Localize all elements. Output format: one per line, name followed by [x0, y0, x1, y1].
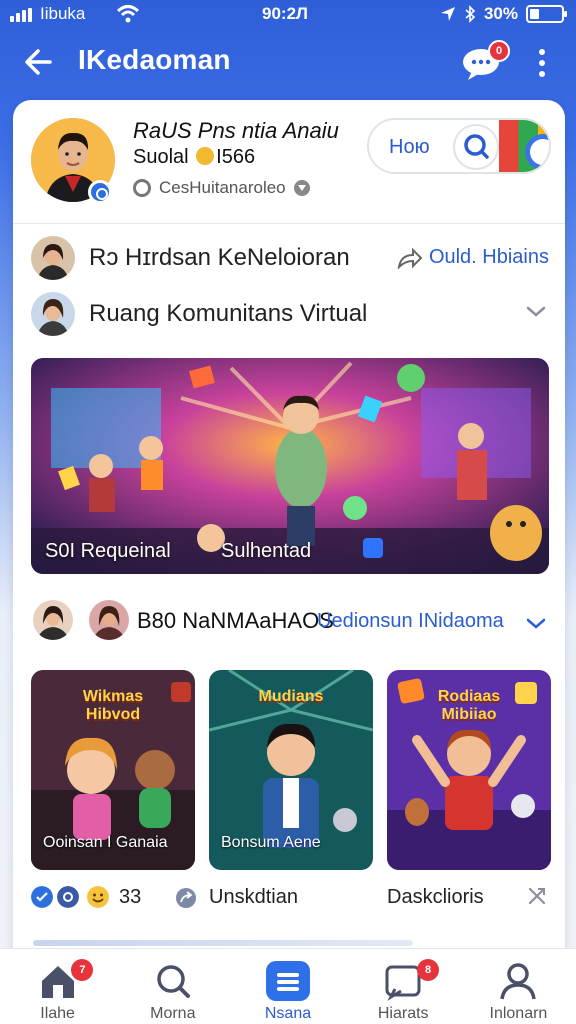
community-card: RaUS Pns ntia Anaiи Suolal I566 CesHuita… [13, 100, 565, 980]
next-post-preview [33, 940, 413, 946]
verified-icon [88, 180, 112, 204]
search-label: Hoю [389, 136, 430, 158]
chevron-down-icon[interactable] [525, 612, 547, 634]
list-item-label: Ruang Komunitans Virtual [89, 300, 368, 327]
list-item[interactable]: Rɔ Hɪrdsan KeNeloioran Ould. Hbiains [13, 230, 565, 286]
notification-badge: 8 [417, 959, 440, 981]
member-count: B80 NaNMAaHAOS [137, 608, 334, 633]
profile-icon [500, 963, 537, 1000]
search-toggle[interactable]: Hoю [367, 118, 551, 174]
profile-name: RaUS Pns ntia Anaiи [133, 118, 339, 143]
status-bar: Iibuka 90:2Л 30% [0, 0, 576, 30]
avatar [31, 598, 75, 642]
group-link[interactable]: Uedionsun INidaoma [317, 610, 504, 633]
content-tile[interactable]: Rodiaas Mibiiao [387, 670, 551, 870]
featured-banner[interactable]: S0I Requeinal Sulhentad [31, 358, 549, 574]
notification-badge: 0 [488, 40, 510, 62]
carrier-name: Iibuka [40, 4, 86, 23]
discussion-button[interactable]: Daskclioris [387, 886, 484, 909]
nav-profile[interactable]: Inlonarn [461, 949, 576, 1024]
reaction-count: 33 [119, 886, 142, 908]
tile-caption: Bonsum Aene [221, 834, 321, 851]
chevron-down-icon[interactable] [525, 300, 547, 322]
list-item-label: Rɔ Hɪrdsan KeNeloioran [89, 244, 350, 271]
nav-label: Hiarats [377, 1005, 429, 1022]
avatar [87, 598, 131, 642]
location-arrow-icon [440, 7, 455, 21]
back-arrow-icon[interactable] [18, 42, 58, 82]
tile-title: Rodiaas Mibiiao [437, 688, 501, 723]
nav-home[interactable]: 7 Ilahe [0, 949, 115, 1024]
wifi-icon [116, 5, 140, 23]
search-button[interactable] [453, 124, 499, 170]
list-item[interactable]: Ruang Komunitans Virtual [13, 286, 565, 342]
location-icon [133, 179, 151, 197]
haha-icon[interactable] [87, 886, 109, 908]
nav-feed[interactable]: Nsana [230, 949, 345, 1024]
coin-icon [196, 147, 215, 165]
share-icon [176, 887, 196, 908]
app-header: IKedaoman 0 [0, 34, 576, 90]
profile-location[interactable]: CesHuitanarolео [133, 178, 310, 198]
search-icon [157, 965, 190, 998]
tile-title: Mudians [258, 688, 324, 705]
content-tile[interactable]: Wikmas Hibvod Ooinsan I Ganaia [31, 670, 195, 870]
signal-icon [10, 8, 32, 22]
bottom-navigation: 7 Ilahe Morna Nsana 8 Hiarats Inlonarn [0, 948, 576, 1024]
bluetooth-icon [465, 5, 476, 23]
clock: 90:2Л [262, 4, 308, 23]
avatar [31, 236, 75, 280]
content-tile[interactable]: Mudians Bonsum Aene [209, 670, 373, 870]
notification-badge: 7 [71, 959, 94, 981]
nav-label: Nsana [264, 1005, 312, 1022]
share-icon [397, 247, 423, 269]
share-action[interactable]: Ould. Hbiains [397, 246, 549, 269]
reactions-row: 33 Unskdtian Daskclioris [13, 880, 565, 916]
search-icon [464, 134, 489, 159]
app-logo-icon[interactable] [499, 120, 549, 172]
nav-label: Morna [150, 1005, 196, 1022]
profile-header: RaUS Pns ntia Anaiи Suolal I566 CesHuita… [13, 100, 565, 224]
nav-notifications[interactable]: 8 Hiarats [346, 949, 461, 1024]
tile-caption: Ooinsan I Ganaia [43, 834, 168, 851]
battery-percent: 30% [483, 4, 518, 23]
banner-caption-left: S0I Requeinal [45, 540, 171, 562]
close-icon[interactable] [525, 884, 549, 908]
tile-title: Wikmas Hibvod [82, 688, 144, 723]
like-icon[interactable] [31, 886, 53, 908]
battery-icon [526, 5, 567, 23]
nav-search[interactable]: Morna [115, 949, 230, 1024]
avatar [31, 292, 75, 336]
more-options-icon[interactable] [530, 46, 554, 80]
group-members-row[interactable]: B80 NaNMAaHAOS Uedionsun INidaoma [13, 596, 565, 648]
nav-label: Inlonarn [489, 1005, 548, 1022]
chevron-down-icon [293, 180, 310, 196]
share-button[interactable]: Unskdtian [175, 886, 298, 909]
feed-icon [266, 961, 310, 1001]
nav-label: Ilahe [40, 1005, 75, 1022]
info-icon[interactable] [57, 886, 79, 908]
profile-stats: Suolal I566 [133, 146, 256, 168]
banner-caption-right: Sulhentad [221, 540, 312, 562]
page-title: IKedaoman [78, 44, 231, 75]
